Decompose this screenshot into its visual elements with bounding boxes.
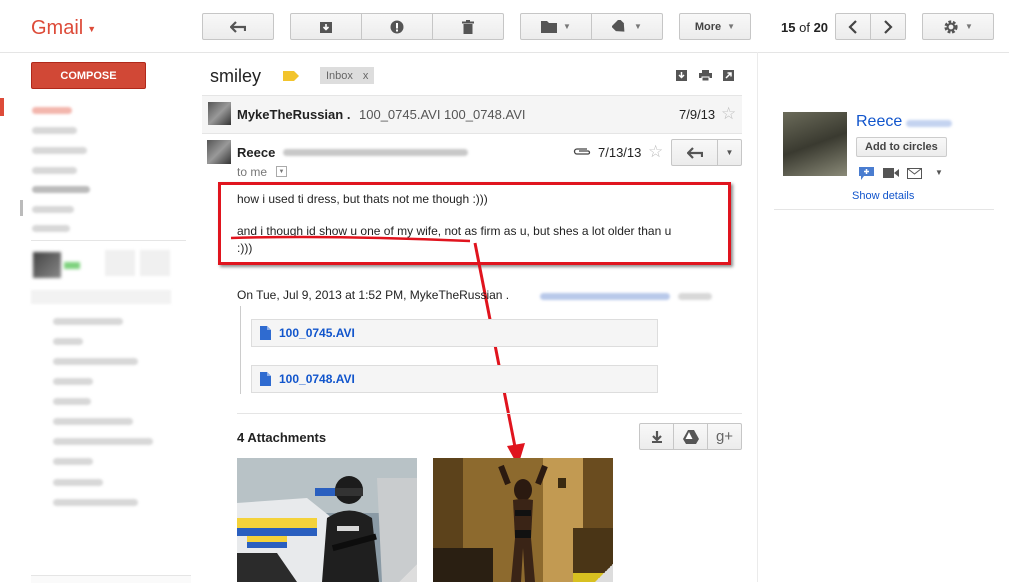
quoted-email-redacted — [540, 293, 670, 300]
attachments-divider — [237, 413, 742, 414]
download-icon — [651, 430, 662, 443]
attachments-header: 4 Attachments — [237, 430, 327, 445]
chat-bubble-icon[interactable] — [859, 167, 874, 180]
quoted-attachment[interactable]: 100_0748.AVI — [251, 365, 658, 393]
file-icon — [260, 372, 271, 386]
download-all-button[interactable] — [639, 423, 674, 450]
attachment-thumbnail[interactable] — [433, 458, 613, 582]
chevron-down-icon[interactable]: ▼ — [935, 168, 943, 177]
attachment-thumbnail[interactable] — [237, 458, 417, 582]
quoted-header: On Tue, Jul 9, 2013 at 1:52 PM, MykeTheR… — [237, 288, 510, 302]
quote-bar — [240, 306, 241, 394]
profile-name[interactable]: Reece — [856, 113, 902, 131]
page-curl — [399, 564, 417, 582]
email-icon[interactable] — [907, 168, 922, 179]
save-to-drive-button[interactable] — [673, 423, 708, 450]
share-google-plus-button[interactable]: g+ — [707, 423, 742, 450]
room-photo — [433, 458, 613, 582]
file-icon — [260, 326, 271, 340]
show-details-link[interactable]: Show details — [852, 190, 914, 202]
video-call-icon[interactable] — [883, 168, 899, 178]
police-officer-photo — [237, 458, 417, 582]
add-to-circles-button[interactable]: Add to circles — [856, 137, 947, 157]
drive-icon — [682, 429, 699, 444]
profile-photo[interactable] — [783, 112, 847, 176]
page-curl — [595, 564, 613, 582]
content-divider — [757, 52, 758, 582]
google-plus-icon: g+ — [715, 428, 734, 445]
quoted-attachment[interactable]: 100_0745.AVI — [251, 319, 658, 347]
profile-lastname-redacted — [906, 120, 952, 127]
profile-divider — [774, 209, 994, 210]
